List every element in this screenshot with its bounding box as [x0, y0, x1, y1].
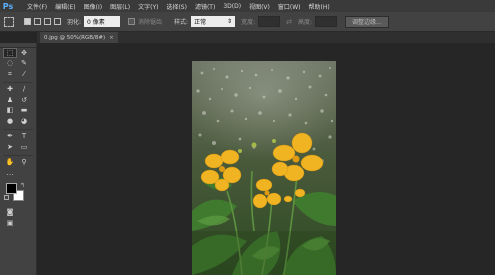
- crop-icon[interactable]: ⌗: [3, 69, 17, 79]
- antialias-checkbox[interactable]: [128, 18, 136, 25]
- height-input[interactable]: [315, 16, 338, 27]
- foreground-color-swatch[interactable]: [6, 182, 17, 194]
- menu-layer[interactable]: 图层(L): [106, 2, 134, 11]
- document-tab-title: 0.jpg @ 50%(RGB/8#): [44, 34, 106, 41]
- feather-input[interactable]: 0 像素: [84, 16, 121, 27]
- menu-select[interactable]: 选择(S): [162, 2, 191, 11]
- brush-icon[interactable]: ∕: [17, 85, 31, 95]
- marquee-tool-icon[interactable]: [4, 16, 14, 27]
- zoom-icon[interactable]: ⚲: [17, 158, 31, 168]
- screen-mode-icon[interactable]: ▣: [3, 218, 17, 228]
- subtract-selection-icon[interactable]: [44, 18, 51, 25]
- healing-brush-icon[interactable]: ✚: [3, 85, 17, 95]
- eyedropper-icon[interactable]: ⁄: [17, 69, 31, 79]
- document-image: [192, 61, 336, 275]
- document-tab-bar: 0.jpg @ 50%(RGB/8#) ×: [37, 32, 495, 43]
- path-select-icon[interactable]: ➤: [3, 142, 17, 152]
- menu-file[interactable]: 文件(F): [23, 2, 51, 11]
- style-select[interactable]: 正常 ⇕: [191, 16, 236, 27]
- eraser-icon[interactable]: ◧: [3, 106, 17, 116]
- antialias-label: 消除锯齿: [138, 19, 163, 26]
- width-input[interactable]: [258, 16, 281, 27]
- dodge-icon[interactable]: ◕: [17, 116, 31, 126]
- default-colors-icon[interactable]: [4, 194, 9, 200]
- menu-image[interactable]: 图像(I): [80, 2, 106, 11]
- more-tools-icon[interactable]: …: [3, 168, 17, 178]
- new-selection-icon[interactable]: [24, 18, 31, 25]
- menu-help[interactable]: 帮助(H): [305, 2, 334, 11]
- close-icon[interactable]: ×: [109, 35, 114, 41]
- swap-dimensions-icon[interactable]: ⇄: [286, 18, 292, 26]
- refine-edge-button[interactable]: 调整边缘...: [345, 15, 389, 28]
- quick-select-icon[interactable]: ✎: [17, 59, 31, 69]
- menu-filter[interactable]: 滤镜(T): [191, 2, 219, 11]
- feather-label: 羽化:: [67, 19, 82, 26]
- quick-mask-icon[interactable]: ◙: [3, 208, 17, 218]
- swap-colors-icon[interactable]: ↰: [20, 182, 25, 189]
- blur-icon[interactable]: ●: [3, 116, 17, 126]
- menu-3d[interactable]: 3D(D): [219, 3, 245, 10]
- move-icon[interactable]: ✥: [17, 48, 31, 58]
- clone-stamp-icon[interactable]: ♟: [3, 95, 17, 105]
- marquee-icon[interactable]: ⬚: [3, 48, 17, 59]
- hand-icon[interactable]: ✋: [3, 158, 17, 168]
- add-selection-icon[interactable]: [34, 18, 41, 25]
- document-tab[interactable]: 0.jpg @ 50%(RGB/8#) ×: [40, 32, 118, 43]
- intersect-selection-icon[interactable]: [54, 18, 61, 25]
- document-canvas[interactable]: [37, 43, 495, 275]
- tools-panel: ⬚ ✥ ◌ ✎ ⌗ ⁄ ✚ ∕ ♟ ↺ ◧ ▬ ● ◕ ✒ T ➤ ▭ ✋ ⚲ …: [0, 43, 37, 275]
- menu-view[interactable]: 视图(V): [245, 2, 274, 11]
- photoshop-logo: Ps: [2, 1, 14, 11]
- menu-type[interactable]: 文字(Y): [134, 2, 162, 11]
- menu-bar: Ps 文件(F) 编辑(E) 图像(I) 图层(L) 文字(Y) 选择(S) 滤…: [0, 0, 495, 12]
- style-select-value: 正常: [194, 19, 207, 26]
- gradient-icon[interactable]: ▬: [17, 106, 31, 116]
- chevron-down-icon: ⇕: [227, 18, 233, 25]
- style-label: 样式:: [174, 19, 189, 26]
- height-label: 高度:: [297, 19, 313, 26]
- width-label: 宽度:: [241, 19, 256, 26]
- shape-icon[interactable]: ▭: [17, 142, 31, 152]
- menu-window[interactable]: 窗口(W): [274, 2, 305, 11]
- lasso-icon[interactable]: ◌: [3, 59, 17, 69]
- options-bar: 羽化: 0 像素 消除锯齿 样式: 正常 ⇕ 宽度: ⇄ 高度: 调整边缘...: [0, 12, 495, 32]
- menu-edit[interactable]: 编辑(E): [51, 2, 79, 11]
- color-swatches: ↰: [3, 182, 33, 204]
- pen-icon[interactable]: ✒: [3, 132, 17, 142]
- history-brush-icon[interactable]: ↺: [17, 95, 31, 105]
- type-icon[interactable]: T: [17, 132, 31, 142]
